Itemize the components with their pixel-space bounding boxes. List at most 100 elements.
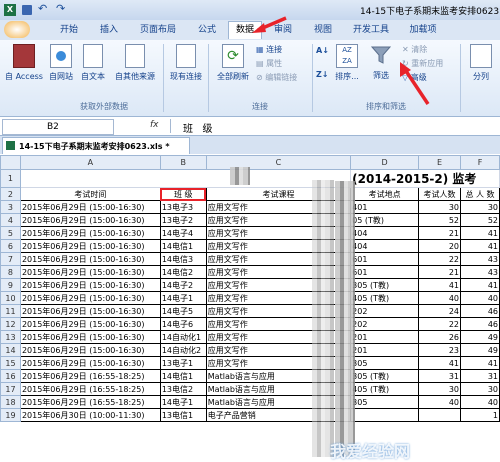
cell[interactable]: 14电子6 [159,317,207,331]
sheet-title[interactable]: (2014-2015-2) 监考 [350,169,500,188]
cell[interactable]: 14电子1 [159,291,207,305]
row-header[interactable]: 13 [0,330,21,344]
reapply-button[interactable]: ↻ 重新应用 [402,58,460,69]
cell[interactable]: 40 [460,291,500,305]
cell[interactable]: 13电信2 [159,382,207,396]
filter-button[interactable]: 筛选 [366,44,396,81]
cell[interactable]: 41 [460,226,500,240]
from-text-button[interactable]: 自文本 [78,44,108,82]
connections-button[interactable]: ▦ 连接 [256,44,306,55]
cell[interactable]: 05 (T教) [350,213,420,227]
tab-home[interactable]: 开始 [52,22,86,39]
cell[interactable]: 41 [460,356,500,370]
fx-icon[interactable]: fx [150,120,159,130]
row-header[interactable]: 10 [0,291,21,305]
column-header[interactable]: C [205,155,352,170]
cell[interactable]: 601 [350,252,420,266]
cell[interactable]: 2015年06月29日 (16:55-18:25) [19,395,161,409]
tab-data[interactable]: 数据 [228,21,262,39]
cell[interactable]: 2015年06月29日 (15:00-16:30) [19,265,161,279]
cell[interactable]: 305 [350,356,420,370]
cell[interactable]: 14电信1 [159,369,207,383]
cell[interactable]: 41 [460,278,500,292]
row-header[interactable]: 2 [0,187,21,201]
cell[interactable]: 26 [418,330,461,344]
row-header[interactable]: 18 [0,395,21,409]
cell[interactable]: 404 [350,239,420,253]
cell[interactable]: 2015年06月29日 (15:00-16:30) [19,278,161,292]
row-header[interactable]: 3 [0,200,21,214]
cell[interactable]: 2015年06月29日 (16:55-18:25) [19,369,161,383]
cell[interactable]: 14电子4 [159,226,207,240]
cell[interactable]: 202 [350,304,420,318]
row-header[interactable]: 16 [0,369,21,383]
cell[interactable]: 46 [460,304,500,318]
sort-asc-icon[interactable]: A↓ [316,46,329,55]
app-icon[interactable]: X [4,4,16,16]
from-web-button[interactable]: 自网站 [46,44,76,82]
tab-addins[interactable]: 加载项 [402,22,444,39]
tab-insert[interactable]: 插入 [92,22,126,39]
row-header[interactable]: 8 [0,265,21,279]
tab-page-layout[interactable]: 页面布局 [132,22,184,39]
row-header[interactable]: 9 [0,278,21,292]
cell[interactable]: 2015年06月29日 (15:00-16:30) [19,304,161,318]
cell[interactable]: 41 [460,239,500,253]
row-header[interactable]: 6 [0,239,21,253]
formula-input[interactable]: 班 级 [170,119,499,135]
cell[interactable] [350,408,420,422]
sort-desc-icon[interactable]: Z↓ [316,70,329,79]
column-header[interactable]: A [19,155,161,170]
cell[interactable]: 22 [418,317,461,331]
cell[interactable]: 14自动化2 [159,343,207,357]
column-header[interactable]: B [159,155,207,170]
tab-review[interactable]: 审阅 [266,22,300,39]
cell[interactable]: 13电信1 [159,408,207,422]
cell[interactable]: 2015年06月30日 (10:00-11:30) [19,408,161,422]
header-cell[interactable]: 总 人 数 [460,187,500,201]
cell[interactable]: 24 [418,304,461,318]
cell[interactable]: 31 [418,369,461,383]
cell[interactable]: 13电子1 [159,356,207,370]
cell[interactable]: 2015年06月29日 (15:00-16:30) [19,330,161,344]
cell[interactable] [19,169,352,188]
cell[interactable]: 2015年06月29日 (16:55-18:25) [19,382,161,396]
tab-developer[interactable]: 开发工具 [346,22,396,39]
row-header[interactable]: 19 [0,408,21,422]
cell[interactable]: 21 [418,226,461,240]
cell[interactable] [418,408,461,422]
cell[interactable]: 2015年06月29日 (15:00-16:30) [19,200,161,214]
cell[interactable]: 30 [418,200,461,214]
cell[interactable]: 30 [460,382,500,396]
cell[interactable]: 14电子2 [159,278,207,292]
cell[interactable]: 2015年06月29日 (15:00-16:30) [19,317,161,331]
cell[interactable]: 49 [460,330,500,344]
sort-button[interactable]: AZ ZA 排序... [332,44,362,82]
column-header[interactable]: E [418,155,461,170]
cell[interactable]: 401 [350,200,420,214]
cell[interactable]: 305 (T教) [350,369,420,383]
cell[interactable]: 14电子5 [159,304,207,318]
header-cell[interactable]: 考试地点 [350,187,420,201]
select-all-corner[interactable] [0,155,21,170]
cell[interactable]: 14电信1 [159,239,207,253]
redo-icon[interactable]: ↷ [56,2,65,15]
from-access-button[interactable]: 自 Access [4,44,44,82]
cell[interactable]: 52 [418,213,461,227]
from-other-sources-button[interactable]: 自其他来源 [110,44,160,82]
cell[interactable]: 49 [460,343,500,357]
row-header[interactable]: 5 [0,226,21,240]
undo-icon[interactable]: ↶ [38,2,47,15]
save-icon[interactable] [22,5,32,15]
cell[interactable]: 2015年06月29日 (15:00-16:30) [19,213,161,227]
cell[interactable]: 13电子3 [159,200,207,214]
cell[interactable]: 40 [418,291,461,305]
tab-formulas[interactable]: 公式 [190,22,224,39]
cell[interactable]: 20 [418,239,461,253]
cell[interactable]: 21 [418,265,461,279]
cell[interactable]: 46 [460,317,500,331]
cell[interactable]: 22 [418,252,461,266]
cell[interactable]: 404 [350,226,420,240]
workbook-tab[interactable]: 14-15下电子系期末监考安排0623.xls * [2,137,190,154]
row-header[interactable]: 17 [0,382,21,396]
